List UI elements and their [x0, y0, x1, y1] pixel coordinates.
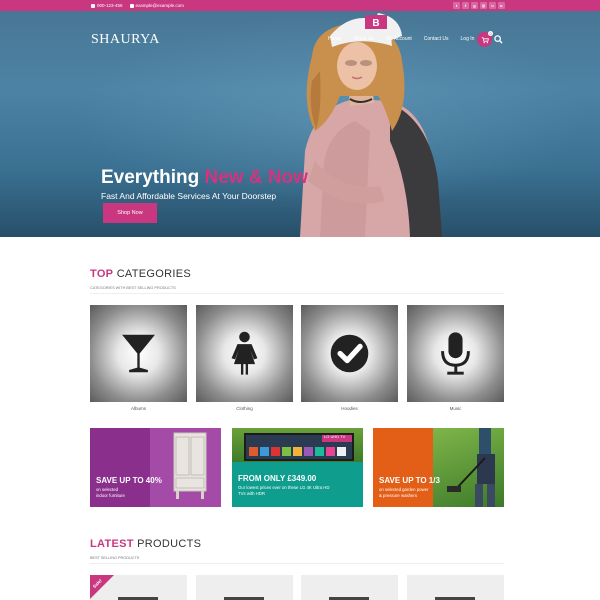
site-logo[interactable]: SHAURYA	[91, 32, 160, 48]
banner-tv-text-1: Our lowest prices ever on these LG 4K Ul…	[238, 485, 330, 490]
search-icon[interactable]	[494, 35, 503, 44]
product-card[interactable]	[301, 575, 398, 600]
phone-text: 000-123-456	[97, 3, 123, 8]
page: 000-123-456 example@example.com t f g ◎ …	[0, 0, 600, 600]
products-title-rest: PRODUCTS	[137, 538, 202, 550]
promo-banner-tv[interactable]: LG UHD TV FROM ONLY £349.00 Our lowest p…	[232, 428, 363, 507]
nav-my-account[interactable]: My Account	[386, 36, 412, 42]
category-label-hoodies[interactable]: Hoodies	[301, 406, 398, 411]
category-label-music[interactable]: Music	[407, 406, 504, 411]
banner-furniture-text-1: on selected	[96, 487, 118, 492]
social-links: t f g ◎ •• ▸	[453, 2, 505, 9]
cart-icon	[481, 36, 489, 43]
hero-headline-accent: New & Now	[204, 167, 308, 188]
nav-about-us[interactable]: About Us	[353, 36, 374, 42]
wardrobe-image	[173, 432, 207, 499]
youtube-icon[interactable]: ▸	[498, 2, 505, 9]
categories-subtitle: CATEGORIES WITH BEST SELLING PRODUCTS	[90, 286, 176, 290]
banner-tv-text-2: TVs with HDR	[238, 491, 265, 496]
categories-title-accent: TOP	[90, 268, 114, 280]
product-card[interactable]	[407, 575, 504, 600]
instagram-icon[interactable]: ◎	[480, 2, 487, 9]
hero-banner: B SHAURYA Home About Us My Account Conta…	[0, 11, 600, 237]
cart-count-badge: 0	[488, 31, 493, 36]
banner-furniture-text-2: indoor furniture	[96, 493, 125, 498]
microphone-icon	[441, 332, 470, 375]
section-divider	[90, 563, 504, 564]
section-divider	[90, 293, 504, 294]
glass-icon	[122, 334, 155, 373]
top-bar: 000-123-456 example@example.com t f g ◎ …	[0, 0, 600, 11]
category-tile-albums[interactable]	[90, 305, 187, 402]
twitter-icon[interactable]: t	[453, 2, 460, 9]
contact-info: 000-123-456 example@example.com	[91, 0, 184, 11]
category-label-albums[interactable]: Albums	[90, 406, 187, 411]
facebook-icon[interactable]: f	[462, 2, 469, 9]
phone-contact[interactable]: 000-123-456	[91, 3, 123, 8]
banner-garden-headline: SAVE UP TO 1/3	[379, 476, 440, 485]
products-title: LATEST PRODUCTS	[90, 538, 201, 550]
email-contact[interactable]: example@example.com	[129, 3, 184, 8]
flickr-icon[interactable]: ••	[489, 2, 496, 9]
phone-icon	[91, 3, 95, 8]
hero-headline-white: Everything	[101, 167, 200, 188]
promo-banner-garden[interactable]: SAVE UP TO 1/3 on selected garden power …	[373, 428, 504, 507]
products-title-accent: LATEST	[90, 538, 134, 550]
cart-button[interactable]: 0	[477, 31, 493, 47]
products-subtitle: BEST SELLING PRODUCTS	[90, 556, 140, 560]
hero-model-image: B	[300, 13, 442, 237]
hero-headline: Everything New & Now	[101, 167, 308, 189]
main-navigation: Home About Us My Account Contact Us Log …	[328, 36, 474, 42]
category-tile-music[interactable]	[407, 305, 504, 402]
shop-now-button[interactable]: Shop Now	[103, 203, 157, 223]
mail-icon	[129, 3, 134, 8]
email-text: example@example.com	[135, 3, 184, 8]
product-card[interactable]	[196, 575, 293, 600]
hero-subheading: Fast And Affordable Services At Your Doo…	[101, 191, 277, 201]
check-circle-icon	[330, 334, 369, 373]
nav-log-in[interactable]: Log In	[461, 36, 475, 42]
category-tile-clothing[interactable]	[196, 305, 293, 402]
female-icon	[231, 331, 258, 375]
category-label-clothing[interactable]: Clothing	[196, 406, 293, 411]
category-tile-hoodies[interactable]	[301, 305, 398, 402]
banner-garden-text-1: on selected garden power	[379, 487, 429, 492]
sale-badge: Sale!	[90, 575, 114, 599]
banner-furniture-headline: SAVE UP TO 40%	[96, 476, 162, 485]
tv-brand-label: LG UHD TV	[324, 434, 346, 439]
categories-title: TOP CATEGORIES	[90, 268, 191, 280]
banner-garden-text-2: & pressure washers	[379, 493, 417, 498]
nav-home[interactable]: Home	[328, 36, 341, 42]
banner-tv-headline: FROM ONLY £349.00	[238, 474, 317, 483]
nav-contact-us[interactable]: Contact Us	[424, 36, 449, 42]
cap-letter: B	[372, 18, 379, 29]
google-plus-icon[interactable]: g	[471, 2, 478, 9]
promo-banner-furniture[interactable]: SAVE UP TO 40% on selected indoor furnit…	[90, 428, 221, 507]
categories-title-rest: CATEGORIES	[116, 268, 191, 280]
